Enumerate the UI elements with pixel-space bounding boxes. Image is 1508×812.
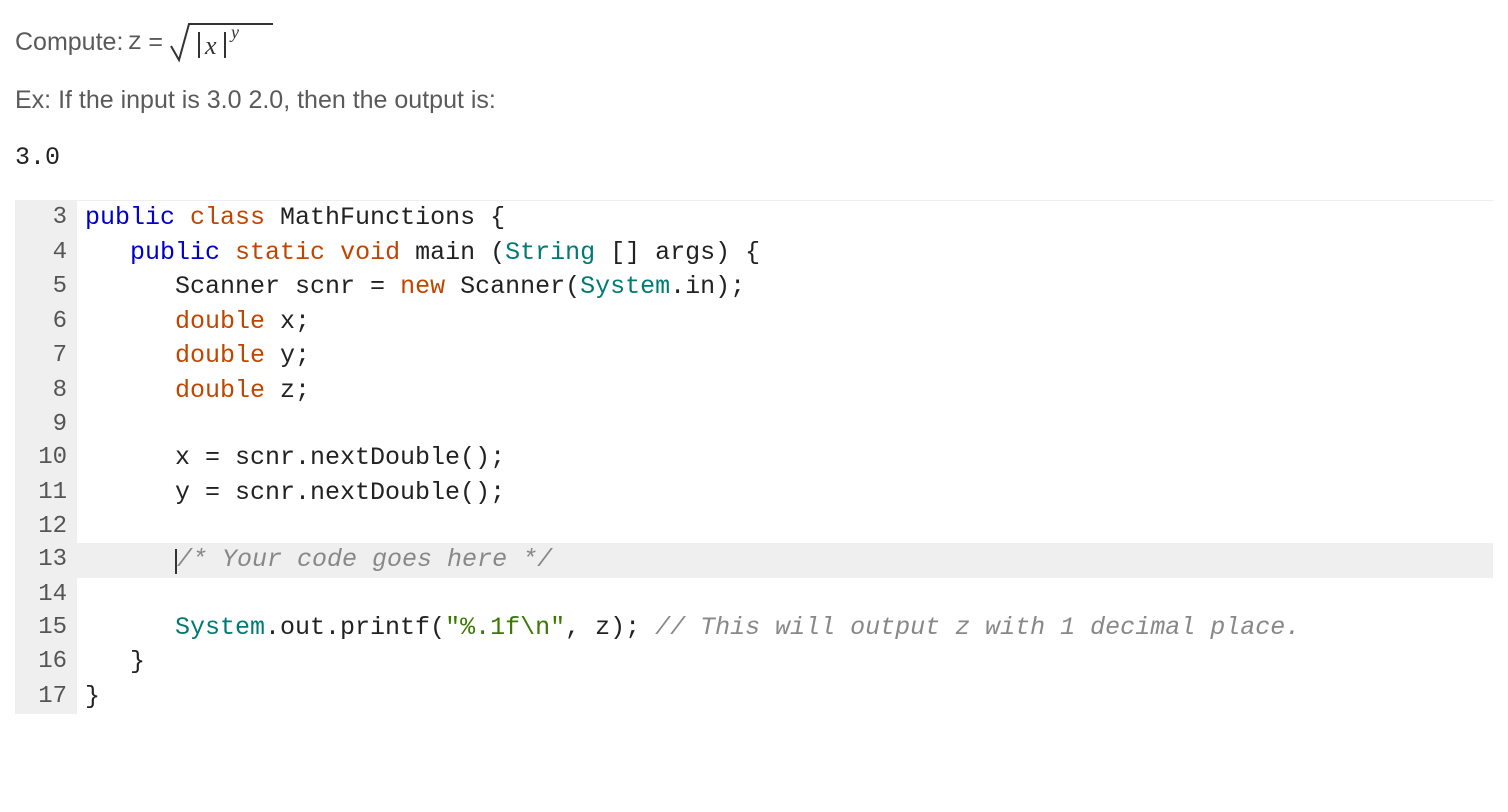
code-token: String (505, 238, 610, 267)
line-number: 10 (15, 441, 77, 476)
code-token: } (85, 647, 145, 676)
equals-sign: = (148, 28, 163, 57)
code-editor[interactable]: 3public class MathFunctions {4 public st… (15, 200, 1493, 714)
line-number: 16 (15, 645, 77, 680)
code-token (85, 238, 130, 267)
code-token: public (130, 238, 235, 267)
line-content[interactable]: System.out.printf("%.1f\n", z); // This … (77, 611, 1493, 646)
line-content[interactable] (77, 510, 1493, 543)
variable-z: z (127, 28, 142, 57)
line-number: 5 (15, 270, 77, 305)
code-token: double (175, 307, 280, 336)
code-token (85, 545, 175, 574)
line-number: 17 (15, 680, 77, 715)
line-content[interactable] (77, 578, 1493, 611)
code-token: Scanner( (460, 272, 580, 301)
line-content[interactable]: public class MathFunctions { (77, 201, 1493, 236)
line-content[interactable] (77, 408, 1493, 441)
line-number: 14 (15, 578, 77, 611)
code-token: new (400, 272, 460, 301)
line-content[interactable]: y = scnr.nextDouble(); (77, 476, 1493, 511)
code-token: , z); (565, 613, 655, 642)
code-token: /* Your code goes here */ (177, 545, 552, 574)
line-content[interactable]: public static void main (String [] args)… (77, 236, 1493, 271)
line-number: 4 (15, 236, 77, 271)
formula-y: y (229, 22, 239, 42)
code-token: System (175, 613, 265, 642)
line-content[interactable]: double y; (77, 339, 1493, 374)
code-token: double (175, 376, 280, 405)
code-line-13[interactable]: 13 /* Your code goes here */ (15, 543, 1493, 578)
code-token: // This will output z with 1 decimal pla… (655, 613, 1300, 642)
code-line-17[interactable]: 17} (15, 680, 1493, 715)
code-token: y = scnr.nextDouble(); (85, 478, 505, 507)
code-token: x; (280, 307, 310, 336)
code-token: double (175, 341, 280, 370)
instruction-prefix: Compute: (15, 28, 123, 57)
code-token: y; (280, 341, 310, 370)
code-token: x = scnr.nextDouble(); (85, 443, 505, 472)
line-number: 8 (15, 374, 77, 409)
example-text: Ex: If the input is 3.0 2.0, then the ou… (15, 86, 1493, 115)
code-line-6[interactable]: 6 double x; (15, 305, 1493, 340)
line-content[interactable]: } (77, 680, 1493, 715)
code-line-16[interactable]: 16 } (15, 645, 1493, 680)
code-token: .out.printf( (265, 613, 445, 642)
code-line-12[interactable]: 12 (15, 510, 1493, 543)
code-token: main (415, 238, 490, 267)
code-token: [] args) { (610, 238, 760, 267)
line-number: 15 (15, 611, 77, 646)
line-number: 9 (15, 408, 77, 441)
code-token (85, 613, 175, 642)
code-line-15[interactable]: 15 System.out.printf("%.1f\n", z); // Th… (15, 611, 1493, 646)
code-line-8[interactable]: 8 double z; (15, 374, 1493, 409)
line-number: 11 (15, 476, 77, 511)
line-number: 7 (15, 339, 77, 374)
line-content[interactable]: /* Your code goes here */ (77, 543, 1493, 578)
code-token: } (85, 682, 100, 711)
line-content[interactable]: Scanner scnr = new Scanner(System.in); (77, 270, 1493, 305)
code-token (85, 341, 175, 370)
code-token (85, 307, 175, 336)
code-token: class (190, 203, 280, 232)
line-number: 6 (15, 305, 77, 340)
code-token: static (235, 238, 340, 267)
code-token: void (340, 238, 415, 267)
line-content[interactable]: } (77, 645, 1493, 680)
formula-sqrt-abs-x-pow-y: x y (169, 18, 279, 66)
formula-x: x (204, 31, 217, 60)
code-token: z; (280, 376, 310, 405)
code-line-4[interactable]: 4 public static void main (String [] arg… (15, 236, 1493, 271)
code-token: public (85, 203, 190, 232)
code-line-3[interactable]: 3public class MathFunctions { (15, 201, 1493, 236)
line-number: 12 (15, 510, 77, 543)
line-number: 3 (15, 201, 77, 236)
line-content[interactable]: x = scnr.nextDouble(); (77, 441, 1493, 476)
code-token: ( (490, 238, 505, 267)
line-content[interactable]: double z; (77, 374, 1493, 409)
code-token (85, 376, 175, 405)
line-number: 13 (15, 543, 77, 578)
code-line-7[interactable]: 7 double y; (15, 339, 1493, 374)
code-line-11[interactable]: 11 y = scnr.nextDouble(); (15, 476, 1493, 511)
code-line-9[interactable]: 9 (15, 408, 1493, 441)
instruction-text: Compute: z = x y (15, 18, 1493, 66)
code-token: MathFunctions (280, 203, 490, 232)
code-token: Scanner scnr = (85, 272, 400, 301)
code-token: .in); (670, 272, 745, 301)
code-line-5[interactable]: 5 Scanner scnr = new Scanner(System.in); (15, 270, 1493, 305)
code-token: System (580, 272, 670, 301)
line-content[interactable]: double x; (77, 305, 1493, 340)
code-line-10[interactable]: 10 x = scnr.nextDouble(); (15, 441, 1493, 476)
code-token: { (490, 203, 505, 232)
code-token: "%.1f\n" (445, 613, 565, 642)
output-sample: 3.0 (15, 143, 1493, 172)
code-line-14[interactable]: 14 (15, 578, 1493, 611)
